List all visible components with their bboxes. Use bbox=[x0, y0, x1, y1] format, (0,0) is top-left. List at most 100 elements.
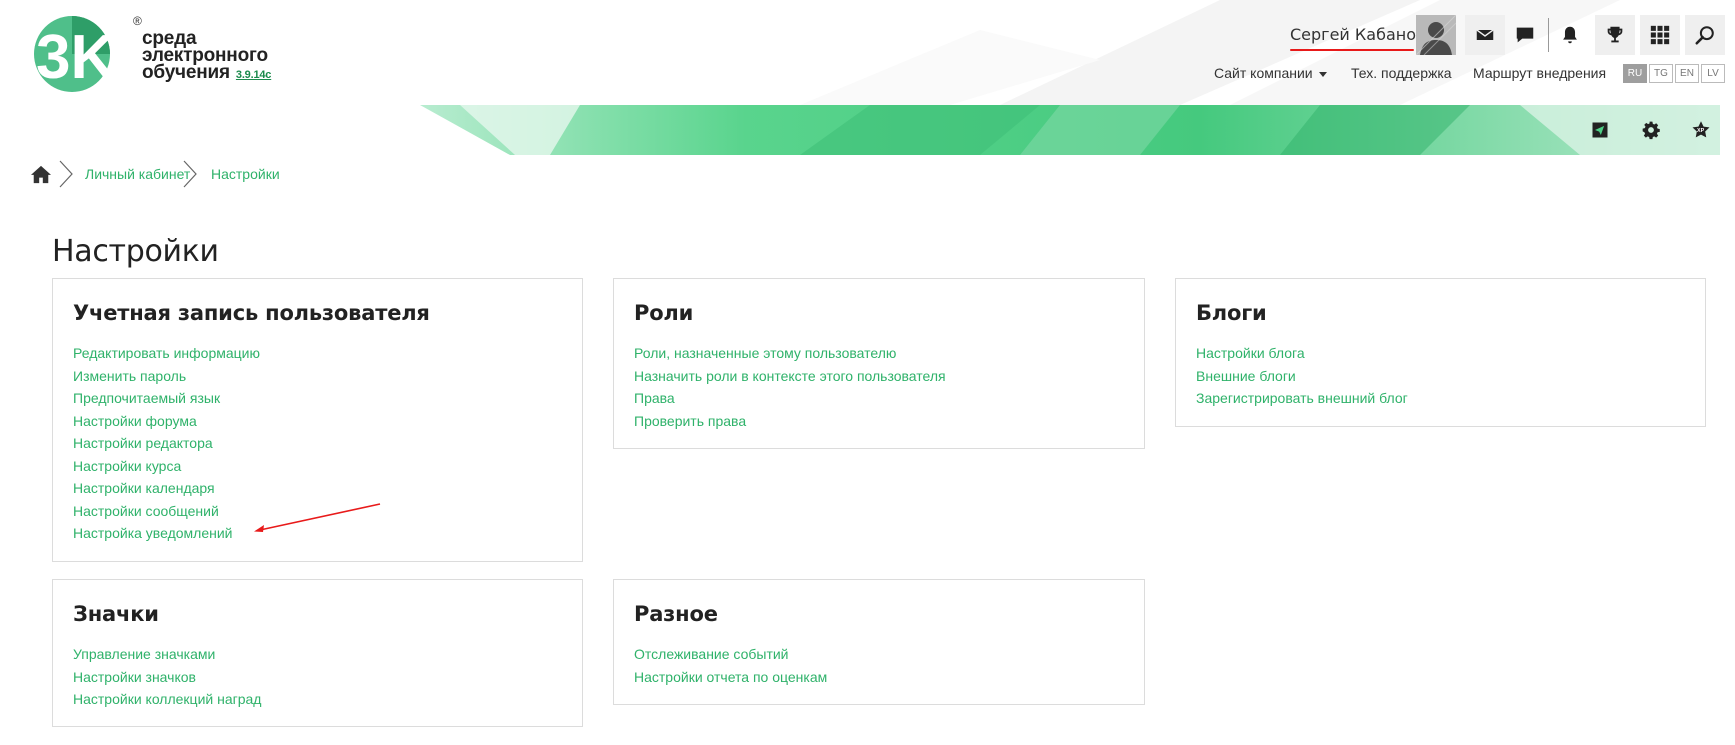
link-badge-settings[interactable]: Настройки значков bbox=[73, 669, 196, 685]
list-item: Настройки форума bbox=[73, 410, 260, 433]
list-item: Редактировать информацию bbox=[73, 342, 260, 365]
list-item: Управление значками bbox=[73, 643, 261, 666]
breadcrumb: Личный кабинет Настройки bbox=[30, 160, 630, 190]
list-item: Предпочитаемый язык bbox=[73, 387, 260, 410]
svg-text:3K: 3K bbox=[36, 23, 115, 92]
list-item: Права bbox=[634, 387, 946, 410]
link-message-settings[interactable]: Настройки сообщений bbox=[73, 503, 219, 519]
lang-ru[interactable]: RU bbox=[1623, 64, 1647, 83]
logo-3k-mark: 3K bbox=[34, 16, 115, 92]
link-edit-profile[interactable]: Редактировать информацию bbox=[73, 345, 260, 361]
user-avatar[interactable] bbox=[1416, 15, 1456, 55]
bell-icon bbox=[1563, 26, 1577, 44]
list-item: Назначить роли в контексте этого пользов… bbox=[634, 365, 946, 388]
card-title: Учетная запись пользователя bbox=[73, 301, 430, 325]
xp-button[interactable]: XP bbox=[1689, 118, 1713, 142]
search-icon bbox=[1695, 26, 1714, 45]
list-item: Проверить права bbox=[634, 410, 946, 433]
header-banner bbox=[420, 105, 1720, 155]
list-item: Настройки блога bbox=[1196, 342, 1408, 365]
card-title: Блоги bbox=[1196, 301, 1267, 325]
logo-text: среда электронного обучения 3.9.14c bbox=[142, 29, 272, 84]
list-item: Настройки значков bbox=[73, 666, 261, 689]
list-item: Настройка уведомлений bbox=[73, 522, 260, 545]
support-link[interactable]: Тех. поддержка bbox=[1351, 65, 1452, 81]
user-avatar-silhouette-icon bbox=[1416, 15, 1456, 55]
list-item: Роли, назначенные этому пользователю bbox=[634, 342, 946, 365]
company-site-dropdown[interactable]: Сайт компании bbox=[1214, 65, 1327, 81]
route-link[interactable]: Маршрут внедрения bbox=[1473, 65, 1606, 81]
paper-plane-icon bbox=[1592, 122, 1608, 138]
chat-button[interactable] bbox=[1505, 15, 1545, 55]
link-manage-badges[interactable]: Управление значками bbox=[73, 646, 215, 662]
link-register-external-blog[interactable]: Зарегистрировать внешний блог bbox=[1196, 390, 1408, 406]
search-button[interactable] bbox=[1685, 15, 1725, 55]
link-calendar-settings[interactable]: Настройки календаря bbox=[73, 480, 215, 496]
breadcrumb-home[interactable] bbox=[30, 164, 52, 184]
link-assign-roles-context[interactable]: Назначить роли в контексте этого пользов… bbox=[634, 368, 946, 384]
messages-button[interactable] bbox=[1465, 15, 1505, 55]
settings-button[interactable] bbox=[1639, 118, 1663, 142]
logo-registered-mark: ® bbox=[133, 14, 142, 28]
list-item: Настройки редактора bbox=[73, 432, 260, 455]
card-title: Разное bbox=[634, 602, 718, 626]
breadcrumb-settings[interactable]: Настройки bbox=[211, 166, 280, 182]
send-button[interactable] bbox=[1588, 118, 1612, 142]
link-permissions[interactable]: Права bbox=[634, 390, 675, 406]
gear-icon bbox=[1642, 121, 1660, 140]
breadcrumb-dashboard[interactable]: Личный кабинет bbox=[85, 166, 190, 182]
logo-line-3: обучения 3.9.14c bbox=[142, 62, 272, 83]
list-item: Зарегистрировать внешний блог bbox=[1196, 387, 1408, 410]
breadcrumb-chevron-icon bbox=[59, 160, 73, 188]
site-logo[interactable]: 3K ® среда электронного обучения 3.9.14c bbox=[30, 12, 271, 97]
link-course-settings[interactable]: Настройки курса bbox=[73, 458, 181, 474]
envelope-icon bbox=[1476, 29, 1494, 41]
lang-lv[interactable]: LV bbox=[1701, 64, 1725, 83]
card-title: Роли bbox=[634, 301, 694, 325]
link-blog-settings[interactable]: Настройки блога bbox=[1196, 345, 1305, 361]
link-forum-settings[interactable]: Настройки форума bbox=[73, 413, 197, 429]
user-name-link[interactable]: Сергей Кабанов bbox=[1290, 25, 1425, 44]
list-item: Внешние блоги bbox=[1196, 365, 1408, 388]
achievements-button[interactable] bbox=[1595, 15, 1635, 55]
card-user-account: Учетная запись пользователя Редактироват… bbox=[52, 278, 583, 562]
card-link-list: Отслеживание событий Настройки отчета по… bbox=[634, 643, 827, 688]
link-notification-settings[interactable]: Настройка уведомлений bbox=[73, 525, 232, 541]
link-grade-report-settings[interactable]: Настройки отчета по оценкам bbox=[634, 669, 827, 685]
list-item: Настройки отчета по оценкам bbox=[634, 666, 827, 689]
card-badges: Значки Управление значками Настройки зна… bbox=[52, 579, 583, 727]
list-item: Настройки сообщений bbox=[73, 500, 260, 523]
link-editor-settings[interactable]: Настройки редактора bbox=[73, 435, 213, 451]
link-change-password[interactable]: Изменить пароль bbox=[73, 368, 186, 384]
trophy-icon bbox=[1607, 26, 1623, 43]
link-preferred-language[interactable]: Предпочитаемый язык bbox=[73, 390, 220, 406]
logo-version[interactable]: 3.9.14c bbox=[236, 69, 272, 81]
caret-down-icon bbox=[1318, 71, 1327, 77]
card-roles: Роли Роли, назначенные этому пользовател… bbox=[613, 278, 1145, 449]
home-icon bbox=[31, 165, 51, 184]
link-assigned-roles[interactable]: Роли, назначенные этому пользователю bbox=[634, 345, 896, 361]
list-item: Изменить пароль bbox=[73, 365, 260, 388]
card-link-list: Настройки блога Внешние блоги Зарегистри… bbox=[1196, 342, 1408, 410]
lang-tg[interactable]: TG bbox=[1649, 64, 1673, 83]
apps-button[interactable] bbox=[1640, 15, 1680, 55]
card-misc: Разное Отслеживание событий Настройки от… bbox=[613, 579, 1145, 705]
list-item: Настройки календаря bbox=[73, 477, 260, 500]
grid-apps-icon bbox=[1650, 25, 1670, 45]
breadcrumb-chevron-icon bbox=[183, 160, 197, 188]
card-title: Значки bbox=[73, 602, 159, 626]
chat-bubble-icon bbox=[1516, 27, 1534, 43]
notifications-button[interactable] bbox=[1550, 15, 1590, 55]
lang-en[interactable]: EN bbox=[1675, 64, 1699, 83]
icon-separator bbox=[1548, 18, 1549, 52]
card-link-list: Роли, назначенные этому пользователю Наз… bbox=[634, 342, 946, 432]
link-check-permissions[interactable]: Проверить права bbox=[634, 413, 746, 429]
card-blogs: Блоги Настройки блога Внешние блоги Заре… bbox=[1175, 278, 1706, 427]
link-award-collections[interactable]: Настройки коллекций наград bbox=[73, 691, 261, 707]
annotation-underline bbox=[1290, 49, 1414, 51]
link-external-blogs[interactable]: Внешние блоги bbox=[1196, 368, 1296, 384]
svg-text:XP: XP bbox=[1697, 128, 1705, 134]
card-link-list: Редактировать информацию Изменить пароль… bbox=[73, 342, 260, 545]
link-event-monitoring[interactable]: Отслеживание событий bbox=[634, 646, 789, 662]
list-item: Настройки коллекций наград bbox=[73, 688, 261, 711]
